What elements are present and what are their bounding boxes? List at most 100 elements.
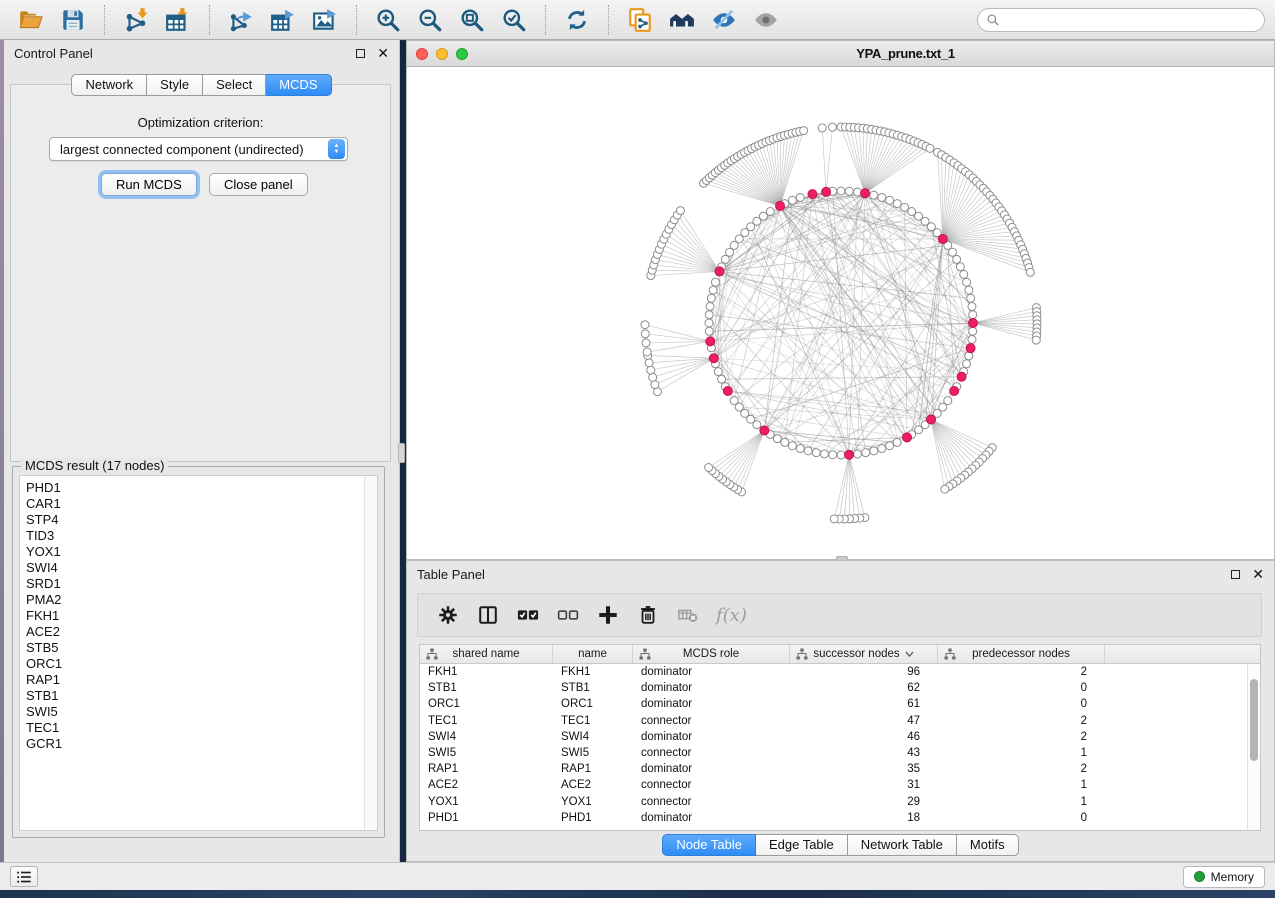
zoom-selected-icon[interactable] xyxy=(499,5,529,35)
mcds-result-item[interactable]: SWI5 xyxy=(26,704,377,720)
tab-select[interactable]: Select xyxy=(203,74,266,96)
search-input[interactable] xyxy=(1005,13,1256,27)
table-row[interactable]: ACE2ACE2connector311 xyxy=(420,777,1247,793)
network-canvas[interactable] xyxy=(407,67,1274,559)
export-network-icon[interactable] xyxy=(226,5,256,35)
run-mcds-button[interactable]: Run MCDS xyxy=(101,173,197,196)
table-cell: RAP1 xyxy=(420,763,553,775)
mcds-result-item[interactable]: SWI4 xyxy=(26,560,377,576)
delete-icon[interactable] xyxy=(636,603,660,627)
table-settings-gear-icon[interactable] xyxy=(436,603,460,627)
save-session-icon[interactable] xyxy=(58,5,88,35)
mcds-result-item[interactable]: PMA2 xyxy=(26,592,377,608)
select-stepper-icon: ▲▼ xyxy=(328,139,345,159)
column-type-icon xyxy=(796,648,808,663)
delete-table-icon[interactable] xyxy=(676,603,700,627)
control-panel: Control Panel ✕ NetworkStyleSelectMCDS O… xyxy=(4,40,400,862)
table-row[interactable]: STB1STB1dominator620 xyxy=(420,680,1247,696)
mcds-result-item[interactable]: GCR1 xyxy=(26,736,377,752)
zoom-fit-icon[interactable] xyxy=(457,5,487,35)
table-tab-edge-table[interactable]: Edge Table xyxy=(756,834,848,856)
show-all-icon[interactable] xyxy=(751,5,781,35)
mcds-result-item[interactable]: TEC1 xyxy=(26,720,377,736)
table-scrollbar[interactable] xyxy=(1247,664,1260,830)
column-header-shared-name[interactable]: shared name xyxy=(420,645,553,663)
table-tab-node-table[interactable]: Node Table xyxy=(662,834,756,856)
mcds-result-item[interactable]: RAP1 xyxy=(26,672,377,688)
open-session-icon[interactable] xyxy=(16,5,46,35)
export-image-icon[interactable] xyxy=(310,5,340,35)
toolbar-separator xyxy=(608,5,609,35)
zoom-in-icon[interactable] xyxy=(373,5,403,35)
tab-network[interactable]: Network xyxy=(71,74,147,96)
table-cell: 2 xyxy=(938,666,1105,678)
criterion-select[interactable]: largest connected component (undirected)… xyxy=(49,137,348,161)
table-row[interactable]: SWI4SWI4dominator462 xyxy=(420,729,1247,745)
deselect-all-icon[interactable] xyxy=(556,603,580,627)
close-panel-icon[interactable]: ✕ xyxy=(1252,570,1264,579)
table-tab-network-table[interactable]: Network Table xyxy=(848,834,957,856)
mcds-result-item[interactable]: SRD1 xyxy=(26,576,377,592)
mcds-result-item[interactable]: CAR1 xyxy=(26,496,377,512)
mcds-result-item[interactable]: STB5 xyxy=(26,640,377,656)
add-column-icon[interactable] xyxy=(596,603,620,627)
mcds-result-item[interactable]: YOX1 xyxy=(26,544,377,560)
import-network-icon[interactable] xyxy=(121,5,151,35)
function-builder-icon[interactable]: f(x) xyxy=(716,603,747,627)
table-row[interactable]: PHD1PHD1dominator180 xyxy=(420,810,1247,826)
import-table-icon[interactable] xyxy=(163,5,193,35)
table-row[interactable]: TEC1TEC1connector472 xyxy=(420,713,1247,729)
mcds-result-list[interactable]: PHD1CAR1STP4TID3YOX1SWI4SRD1PMA2FKH1ACE2… xyxy=(19,475,378,831)
float-window-icon[interactable] xyxy=(1231,570,1240,579)
vertical-splitter-handle[interactable] xyxy=(398,443,405,463)
mcds-result-item[interactable]: ACE2 xyxy=(26,624,377,640)
table-cell: FKH1 xyxy=(553,666,633,678)
table-cell: dominator xyxy=(633,731,790,743)
close-panel-icon[interactable]: ✕ xyxy=(377,49,389,58)
panel-menu-button[interactable] xyxy=(10,866,38,887)
table-row[interactable]: FKH1FKH1dominator962 xyxy=(420,664,1247,680)
network-window-titlebar[interactable]: YPA_prune.txt_1 xyxy=(407,41,1274,67)
column-header-name[interactable]: name xyxy=(553,645,633,663)
table-cell: YOX1 xyxy=(420,796,553,808)
column-label: predecessor nodes xyxy=(972,648,1070,660)
table-tab-motifs[interactable]: Motifs xyxy=(957,834,1019,856)
zoom-out-icon[interactable] xyxy=(415,5,445,35)
export-table-icon[interactable] xyxy=(268,5,298,35)
table-scrollbar-thumb[interactable] xyxy=(1250,679,1258,761)
table-row[interactable]: RAP1RAP1dominator352 xyxy=(420,761,1247,777)
search-box[interactable] xyxy=(977,8,1265,32)
hide-selected-icon[interactable] xyxy=(709,5,739,35)
mcds-result-item[interactable]: ORC1 xyxy=(26,656,377,672)
column-header-successor-nodes[interactable]: successor nodes xyxy=(790,645,938,663)
tab-style[interactable]: Style xyxy=(147,74,203,96)
select-all-icon[interactable] xyxy=(516,603,540,627)
table-row[interactable]: YOX1YOX1connector291 xyxy=(420,794,1247,810)
table-row[interactable]: ORC1ORC1dominator610 xyxy=(420,696,1247,712)
column-header-predecessor-nodes[interactable]: predecessor nodes xyxy=(938,645,1105,663)
table-cell: ACE2 xyxy=(420,779,553,791)
mcds-result-item[interactable]: FKH1 xyxy=(26,608,377,624)
memory-button[interactable]: Memory xyxy=(1183,866,1265,888)
table-panel: Table Panel ✕ f(x) shared namenameMCDS r… xyxy=(406,560,1275,862)
column-header-MCDS-role[interactable]: MCDS role xyxy=(633,645,790,663)
mcds-list-scrollbar[interactable] xyxy=(364,476,377,830)
table-cell: 1 xyxy=(938,796,1105,808)
tab-mcds[interactable]: MCDS xyxy=(266,74,331,96)
float-window-icon[interactable] xyxy=(356,49,365,58)
mcds-result-item[interactable]: STP4 xyxy=(26,512,377,528)
clone-network-icon[interactable] xyxy=(625,5,655,35)
table-cell: connector xyxy=(633,715,790,727)
refresh-view-icon[interactable] xyxy=(562,5,592,35)
table-cell: 18 xyxy=(790,812,938,824)
mcds-result-item[interactable]: PHD1 xyxy=(26,480,377,496)
table-panel-title: Table Panel xyxy=(417,567,1231,582)
mcds-result-item[interactable]: TID3 xyxy=(26,528,377,544)
mcds-result-title: MCDS result (17 nodes) xyxy=(21,458,168,473)
node-table: shared namenameMCDS rolesuccessor nodes p… xyxy=(419,644,1261,831)
table-row[interactable]: SWI5SWI5connector431 xyxy=(420,745,1247,761)
close-panel-button[interactable]: Close panel xyxy=(209,173,308,196)
column-visibility-icon[interactable] xyxy=(476,603,500,627)
mcds-result-item[interactable]: STB1 xyxy=(26,688,377,704)
first-neighbors-icon[interactable] xyxy=(667,5,697,35)
